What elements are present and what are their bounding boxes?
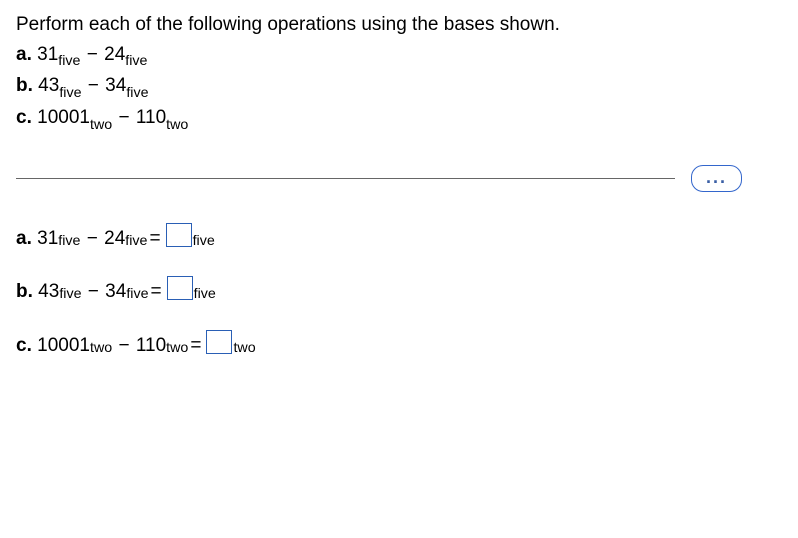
problem-a-term2-base: five	[125, 53, 147, 69]
minus-sign: −	[88, 75, 99, 96]
equals-sign: =	[151, 278, 162, 307]
problem-b-term2: 34	[105, 75, 126, 96]
problem-a-term1-base: five	[58, 53, 80, 69]
answer-b-ans-base: five	[194, 284, 216, 305]
answer-label: a.	[16, 225, 32, 254]
divider-line	[16, 178, 675, 179]
problem-a: a. 31five − 24five	[16, 42, 782, 72]
answer-b-term1: 43	[38, 278, 59, 307]
problem-c: c. 10001two − 110two	[16, 105, 782, 135]
answer-c-term1-base: two	[90, 338, 112, 359]
problem-b-term2-base: five	[126, 85, 148, 101]
problem-a-term2: 24	[104, 44, 125, 65]
problem-b-term1: 43	[38, 75, 59, 96]
answer-c-term2-base: two	[166, 338, 188, 359]
problem-label: b.	[16, 75, 33, 96]
answer-b-term2: 34	[105, 278, 126, 307]
minus-sign: −	[88, 278, 99, 307]
answer-b-term1-base: five	[59, 284, 81, 305]
problem-a-term1: 31	[37, 44, 58, 65]
answer-label: c.	[16, 332, 32, 361]
answer-a-ans-base: five	[193, 231, 215, 252]
minus-sign: −	[118, 107, 129, 128]
answer-a-input[interactable]	[166, 223, 192, 247]
instruction-text: Perform each of the following operations…	[16, 12, 782, 38]
problem-b: b. 43five − 34five	[16, 73, 782, 103]
answer-c-ans-base: two	[233, 338, 255, 359]
minus-sign: −	[87, 225, 98, 254]
problem-c-term1-base: two	[90, 117, 112, 133]
answer-c-input[interactable]	[206, 330, 232, 354]
equals-sign: =	[190, 332, 201, 361]
more-button[interactable]: ...	[691, 165, 742, 192]
answer-a-term2: 24	[104, 225, 125, 254]
answer-label: b.	[16, 278, 33, 307]
answer-a: a. 31five − 24five = five	[16, 220, 782, 254]
separator-row: ...	[16, 165, 782, 192]
answer-a-term1: 31	[37, 225, 58, 254]
problem-label: a.	[16, 44, 32, 65]
problem-c-term2-base: two	[166, 117, 188, 133]
problem-b-term1-base: five	[59, 85, 81, 101]
problem-c-term2: 110	[136, 107, 166, 128]
answer-b: b. 43five − 34five = five	[16, 273, 782, 307]
answer-c-term1: 10001	[37, 332, 90, 361]
answer-c: c. 10001two − 110two = two	[16, 327, 782, 361]
answer-b-term2-base: five	[126, 284, 148, 305]
problem-c-term1: 10001	[37, 107, 90, 128]
answer-c-term2: 110	[136, 332, 166, 361]
answer-a-term2-base: five	[125, 231, 147, 252]
problem-label: c.	[16, 107, 32, 128]
answer-a-term1-base: five	[58, 231, 80, 252]
answer-b-input[interactable]	[167, 276, 193, 300]
minus-sign: −	[87, 44, 98, 65]
minus-sign: −	[118, 332, 129, 361]
equals-sign: =	[149, 225, 160, 254]
